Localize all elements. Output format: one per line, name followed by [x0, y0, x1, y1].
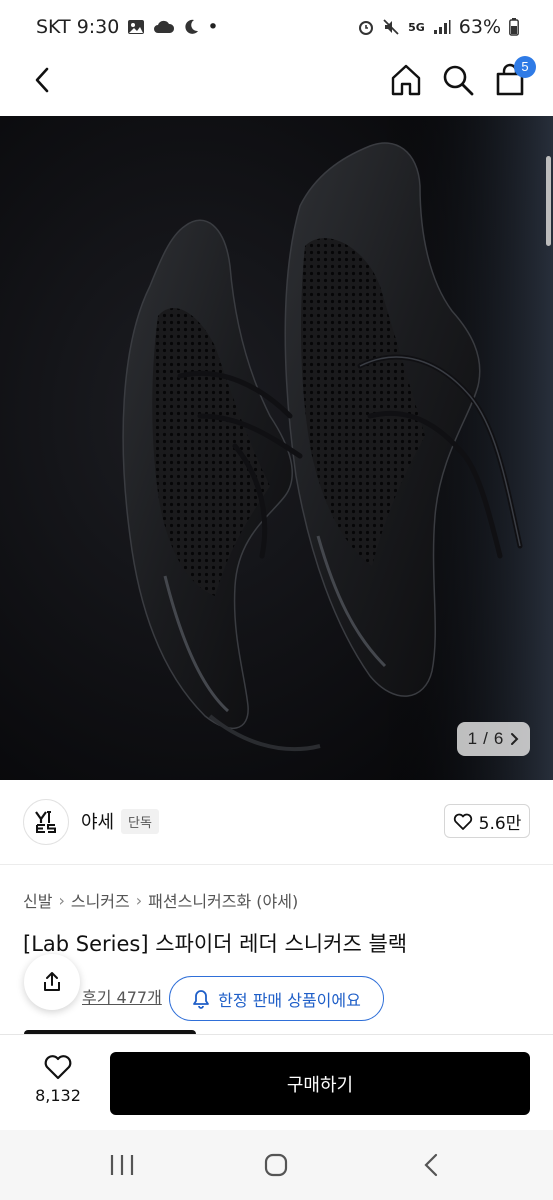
- back-chevron-icon: [424, 1153, 438, 1177]
- bell-icon: [193, 989, 210, 1009]
- back-button[interactable]: [26, 64, 58, 96]
- cloud-icon: [153, 19, 175, 35]
- brand-like-button[interactable]: 5.6만: [444, 804, 530, 838]
- limited-sale-notice[interactable]: 한정 판매 상품이에요: [169, 976, 384, 1021]
- home-circle-icon: [264, 1153, 288, 1177]
- brand-name[interactable]: 야세: [81, 808, 114, 834]
- back-system-button[interactable]: [418, 1152, 446, 1178]
- search-icon: [443, 65, 474, 96]
- product-photo: [0, 116, 553, 780]
- recent-apps-button[interactable]: [108, 1152, 136, 1178]
- chevron-right-icon: ›: [135, 890, 143, 910]
- signal-icon: [433, 19, 451, 35]
- wishlist-count: 8,132: [35, 1086, 81, 1105]
- product-title: [Lab Series] 스파이더 레더 스니커즈 블랙: [23, 932, 408, 956]
- image-page-indicator[interactable]: 1 / 6: [457, 722, 530, 756]
- home-system-button[interactable]: [262, 1152, 290, 1178]
- limited-sale-text: 한정 판매 상품이에요: [218, 990, 361, 1010]
- chevron-right-icon: [511, 733, 519, 745]
- brand-logo-mark: [35, 811, 56, 833]
- gallery-icon: [127, 19, 145, 35]
- breadcrumb-item[interactable]: 스니커즈: [71, 888, 130, 912]
- buy-button[interactable]: 구매하기: [110, 1052, 530, 1115]
- cart-count-badge: 5: [514, 56, 536, 78]
- page-separator: /: [483, 729, 488, 748]
- breadcrumb: 신발 › 스니커즈 › 패션스니커즈화 (야세): [23, 888, 298, 912]
- mute-icon: [382, 18, 400, 36]
- heart-icon: [44, 1055, 72, 1080]
- status-bar: SKT 9:30 • 5G 63%: [0, 0, 553, 54]
- scrollbar[interactable]: [546, 156, 551, 246]
- home-button[interactable]: [388, 62, 424, 98]
- breadcrumb-item[interactable]: 패션스니커즈화 (야세): [148, 888, 298, 912]
- brand-logo[interactable]: [23, 799, 69, 845]
- brand-like-count: 5.6만: [478, 813, 522, 834]
- recent-apps-icon: [110, 1155, 134, 1175]
- status-dot: •: [207, 16, 219, 38]
- search-button[interactable]: [440, 62, 476, 98]
- cart-button[interactable]: 5: [492, 56, 536, 98]
- chevron-left-icon: [35, 67, 49, 93]
- heart-icon: [453, 813, 472, 830]
- page-current: 1: [467, 729, 478, 748]
- home-icon: [391, 64, 421, 96]
- share-icon: [44, 972, 60, 991]
- battery-percent: 63%: [458, 16, 501, 38]
- alarm-icon: [358, 18, 374, 36]
- review-count-link[interactable]: 후기 477개: [82, 984, 162, 1008]
- product-image-carousel[interactable]: [0, 116, 553, 780]
- system-navigation-bar: [0, 1130, 553, 1200]
- wishlist-button[interactable]: 8,132: [28, 1053, 88, 1117]
- chevron-right-icon: ›: [58, 890, 65, 910]
- exclusive-tag: 단독: [121, 809, 159, 834]
- breadcrumb-item[interactable]: 신발: [23, 888, 52, 912]
- bottom-action-bar: 8,132 구매하기: [0, 1034, 553, 1130]
- network-type: 5G: [408, 20, 425, 34]
- page-total: 6: [493, 729, 504, 748]
- moon-icon: [183, 19, 199, 35]
- share-button[interactable]: [24, 954, 80, 1010]
- brand-row: 야세 단독 5.6만: [0, 780, 553, 865]
- status-time: SKT 9:30: [36, 16, 120, 38]
- top-navigation: 5: [0, 54, 553, 116]
- battery-icon: [509, 18, 519, 36]
